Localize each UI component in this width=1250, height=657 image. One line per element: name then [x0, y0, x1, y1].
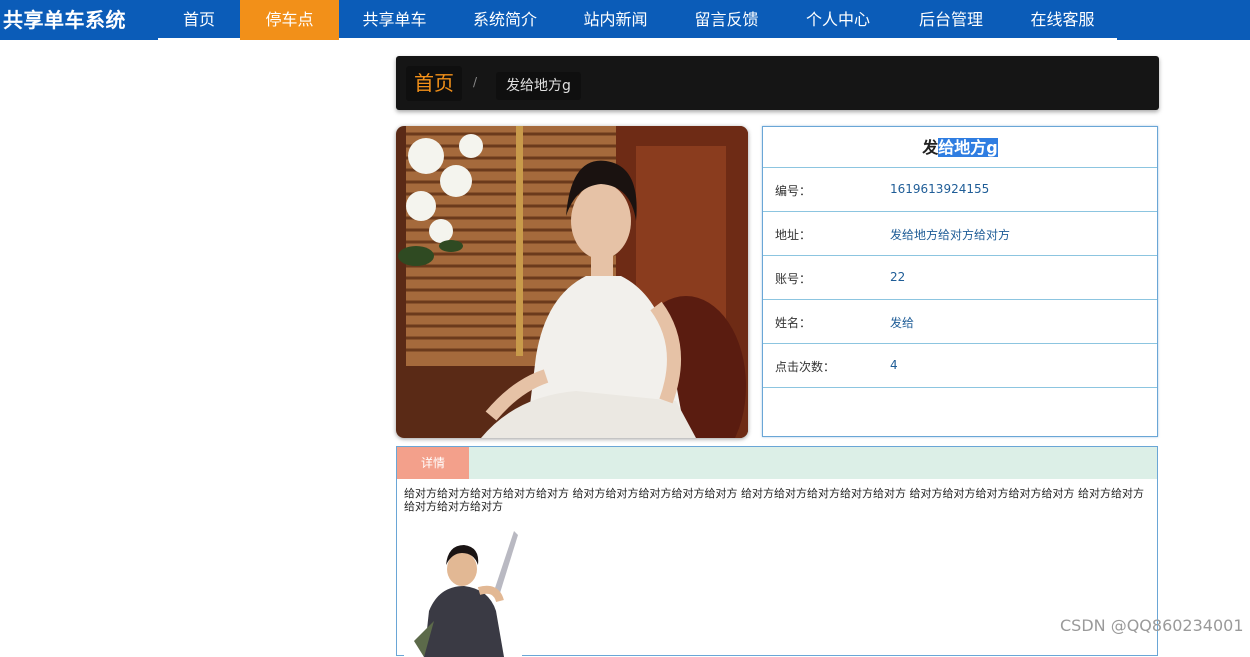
info-title-selected-text: 给地方g [938, 138, 998, 157]
breadcrumb-home-link[interactable]: 首页 [406, 66, 462, 101]
nav-item-3[interactable]: 系统简介 [450, 0, 560, 40]
breadcrumb-separator: / [473, 75, 478, 89]
watermark-text: CSDN @QQ860234001 [1060, 616, 1244, 635]
detail-section: 详情 给对方给对方给对方给对方给对方 给对方给对方给对方给对方给对方 给对方给对… [396, 446, 1158, 657]
info-row-value: 4 [890, 358, 898, 372]
detail-description: 给对方给对方给对方给对方给对方 给对方给对方给对方给对方给对方 给对方给对方给对… [404, 487, 1144, 513]
info-title-text: 发 [922, 138, 939, 157]
info-row-label: 地址： [775, 228, 812, 242]
info-row: 姓名： 发给 [763, 299, 1157, 344]
breadcrumb: 首页 / 发给地方g [396, 56, 1159, 110]
detail-tab-bar: 详情 [397, 447, 1157, 479]
tab-detail[interactable]: 详情 [397, 447, 469, 479]
detail-photo [404, 531, 522, 657]
top-nav-bar: 共享单车系统 首页 停车点 共享单车 系统简介 站内新闻 留言反馈 个人中心 后台管理 在线客服 [0, 0, 1250, 40]
detail-image [404, 531, 522, 657]
info-row-label: 账号： [775, 272, 812, 286]
nav-item-0[interactable]: 首页 [158, 0, 240, 40]
info-row: 地址： 发给地方给对方给对方 [763, 211, 1157, 256]
photo-image [396, 126, 748, 438]
nav-item-2[interactable]: 共享单车 [339, 0, 450, 40]
site-title: 共享单车系统 [3, 8, 126, 32]
breadcrumb-current: 发给地方g [496, 72, 581, 100]
nav-item-1[interactable]: 停车点 [240, 0, 339, 40]
info-row-label: 编号： [775, 184, 812, 198]
info-row-value: 发给 [890, 316, 915, 330]
info-row-value: 1619613924155 [890, 182, 990, 196]
nav-item-7[interactable]: 后台管理 [894, 0, 1008, 40]
info-row: 点击次数： 4 [763, 343, 1157, 388]
parking-spot-photo [396, 126, 748, 438]
nav-item-4[interactable]: 站内新闻 [560, 0, 671, 40]
nav-item-8[interactable]: 在线客服 [1008, 0, 1117, 40]
nav-item-5[interactable]: 留言反馈 [671, 0, 782, 40]
info-row-label: 点击次数： [775, 360, 836, 374]
info-row-value: 发给地方给对方给对方 [890, 228, 1011, 242]
info-row: 账号： 22 [763, 255, 1157, 300]
info-row-label: 姓名： [775, 316, 812, 330]
main-nav: 首页 停车点 共享单车 系统简介 站内新闻 留言反馈 个人中心 后台管理 在线客服 [158, 0, 1117, 40]
info-title: 发给地方g [763, 127, 1157, 168]
info-row: 编号： 1619613924155 [763, 167, 1157, 212]
nav-item-6[interactable]: 个人中心 [782, 0, 894, 40]
info-row-value: 22 [890, 270, 906, 284]
parking-spot-info-panel: 发给地方g 编号： 1619613924155 地址： 发给地方给对方给对方账号： 22… [762, 126, 1158, 437]
